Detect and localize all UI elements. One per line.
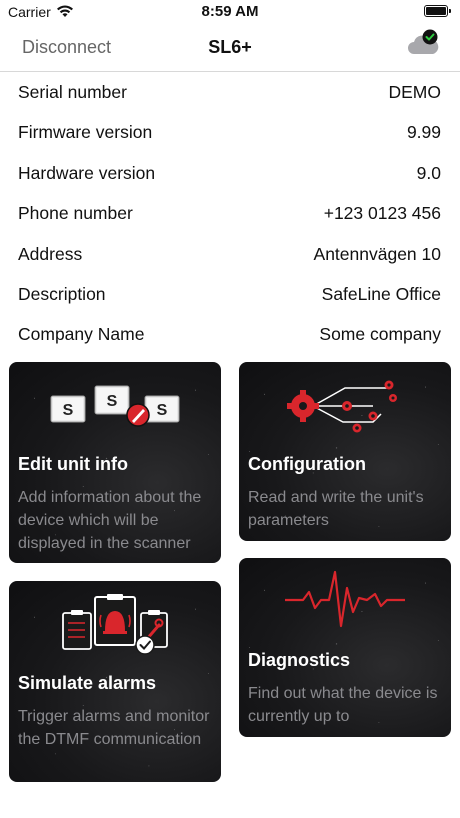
page-title: SL6+	[208, 37, 252, 57]
unit-info-list: Serial number DEMO Firmware version 9.99…	[0, 72, 460, 355]
simulate-alarms-card[interactable]: Simulate alarms Trigger alarms and monit…	[9, 581, 221, 782]
svg-text:S: S	[63, 402, 74, 419]
info-row-phone: Phone number +123 0123 456	[0, 193, 460, 233]
card-title: Diagnostics	[248, 650, 351, 670]
info-label: Hardware version	[18, 162, 156, 183]
info-row-description: Description SafeLine Office	[0, 274, 460, 314]
info-value: SafeLine Office	[321, 283, 441, 304]
info-value: Some company	[319, 324, 441, 345]
info-label: Phone number	[18, 203, 133, 224]
alarm-clipboards-icon	[62, 594, 168, 655]
info-label: Address	[18, 243, 83, 264]
info-value: 9.0	[416, 162, 441, 183]
svg-text:S: S	[107, 393, 118, 410]
card-description: Read and write the unit's parameters	[248, 489, 424, 529]
card-title: Edit unit info	[18, 454, 128, 474]
configuration-card[interactable]: Configuration Read and write the unit's …	[239, 362, 451, 541]
info-label: Description	[18, 283, 106, 304]
info-label: Company Name	[18, 324, 145, 345]
heartbeat-icon	[285, 570, 405, 628]
info-label: Firmware version	[18, 122, 153, 143]
card-description: Add information about the device which w…	[18, 489, 202, 552]
devices-edit-icon: S S S	[50, 385, 180, 427]
card-description: Find out what the device is currently up…	[248, 685, 438, 725]
battery-icon	[424, 5, 451, 17]
status-time: 8:59 AM	[201, 3, 259, 20]
card-title: Simulate alarms	[18, 673, 157, 693]
info-label: Serial number	[18, 82, 127, 102]
info-value: DEMO	[388, 82, 442, 102]
info-row-company: Company Name Some company	[0, 314, 460, 354]
info-value: +123 0123 456	[323, 203, 441, 224]
navigation-bar: Disconnect SL6+	[0, 24, 460, 72]
cloud-synced-icon[interactable]	[406, 28, 440, 58]
info-value: Antennvägen 10	[313, 243, 441, 264]
info-row-firmware: Firmware version 9.99	[0, 112, 460, 152]
gears-network-icon	[287, 380, 397, 433]
info-row-address: Address Antennvägen 10	[0, 234, 460, 274]
status-bar: Carrier 8:59 AM	[0, 0, 460, 24]
card-title: Configuration	[248, 454, 366, 474]
info-row-hardware: Hardware version 9.0	[0, 153, 460, 193]
svg-text:S: S	[157, 402, 168, 419]
info-row-serial: Serial number DEMO	[0, 72, 460, 112]
card-description: Trigger alarms and monitor the DTMF comm…	[18, 708, 210, 748]
info-value: 9.99	[406, 122, 441, 143]
diagnostics-card[interactable]: Diagnostics Find out what the device is …	[239, 558, 451, 737]
edit-unit-info-card[interactable]: S S S Edit unit info Add information abo…	[9, 362, 221, 563]
